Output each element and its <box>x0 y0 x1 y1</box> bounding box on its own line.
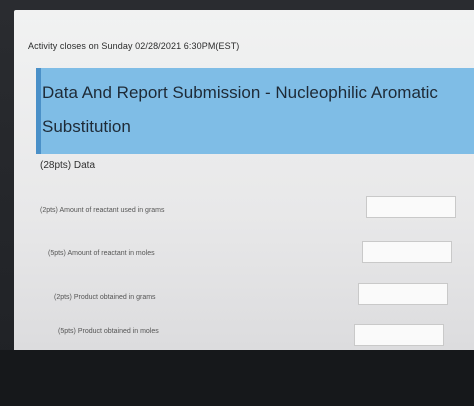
product-moles-input[interactable] <box>354 324 444 346</box>
question-label: (5pts) Amount of reactant in moles <box>48 250 155 257</box>
assignment-page: Activity closes on Sunday 02/28/2021 6:3… <box>14 10 474 350</box>
question-row-product-moles: (5pts) Product obtained in moles <box>14 317 474 347</box>
reactant-moles-input[interactable] <box>362 241 452 263</box>
question-row-reactant-grams: (2pts) Amount of reactant used in grams <box>14 193 474 223</box>
title-banner: Data And Report Submission - Nucleophili… <box>36 68 474 154</box>
question-label: (5pts) Product obtained in moles <box>58 328 159 335</box>
reactant-grams-input[interactable] <box>366 196 456 218</box>
question-row-reactant-moles: (5pts) Amount of reactant in moles <box>14 236 474 266</box>
banner-accent-bar <box>36 68 41 154</box>
activity-deadline: Activity closes on Sunday 02/28/2021 6:3… <box>28 41 240 51</box>
question-row-product-grams: (2pts) Product obtained in grams <box>14 280 474 310</box>
section-label-data: (28pts) Data <box>40 160 96 171</box>
question-label: (2pts) Product obtained in grams <box>54 294 156 301</box>
page-title: Data And Report Submission - Nucleophili… <box>42 83 438 136</box>
question-label: (2pts) Amount of reactant used in grams <box>40 207 165 214</box>
screen: Activity closes on Sunday 02/28/2021 6:3… <box>0 0 474 406</box>
monitor-bezel <box>0 350 474 406</box>
product-grams-input[interactable] <box>358 283 448 305</box>
